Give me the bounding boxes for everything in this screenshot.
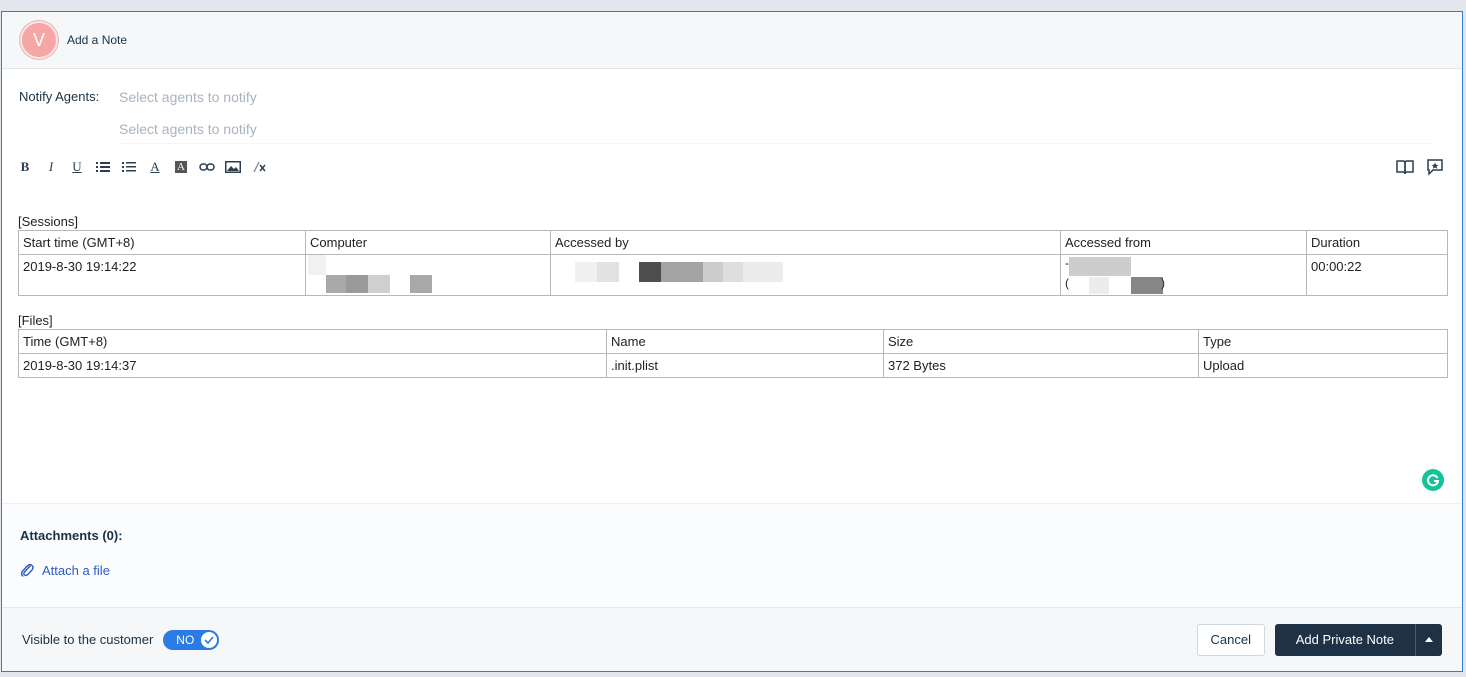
toggle-label: NO <box>176 632 195 647</box>
notify-agents-input-secondary[interactable]: Select agents to notify <box>119 114 1434 144</box>
link-icon[interactable] <box>194 156 220 178</box>
table-header-row: Time (GMT+8) Name Size Type <box>18 329 1448 354</box>
editor-toolbar: B I U A A <box>2 151 1462 183</box>
accessed-from-paren-open: ( <box>1065 276 1069 290</box>
add-private-note-label: Add Private Note <box>1275 623 1416 656</box>
file-time: 2019-8-30 19:14:37 <box>18 353 607 378</box>
table-header-cell: Accessed from <box>1060 230 1307 255</box>
table-header-cell: Start time (GMT+8) <box>18 230 306 255</box>
note-editor[interactable]: [Sessions] Start time (GMT+8) Computer A… <box>2 183 1462 503</box>
table-header-cell: Name <box>606 329 884 354</box>
session-accessed-by-redacted <box>550 254 1061 296</box>
table-header-cell: Size <box>883 329 1199 354</box>
table-header-cell: Duration <box>1306 230 1448 255</box>
table-header-cell: Type <box>1198 329 1448 354</box>
image-icon[interactable] <box>220 156 246 178</box>
cancel-button[interactable]: Cancel <box>1196 623 1265 656</box>
session-computer-redacted <box>305 254 551 296</box>
files-label: [Files] <box>18 313 53 328</box>
session-duration: 00:00:22 <box>1306 254 1448 296</box>
redacted-block <box>743 262 783 282</box>
attach-file-label: Attach a file <box>42 562 110 578</box>
notify-agents-section: Notify Agents: Select agents to notify S… <box>2 69 1462 151</box>
add-private-note-button[interactable]: Add Private Note <box>1274 623 1442 656</box>
table-header-cell: Time (GMT+8) <box>18 329 607 354</box>
table-header-cell: Computer <box>305 230 551 255</box>
redacted-block <box>346 275 368 293</box>
clear-format-icon[interactable] <box>246 156 272 178</box>
note-footer: Visible to the customer NO Cancel Add Pr… <box>2 607 1462 671</box>
redacted-block <box>1089 277 1109 294</box>
visible-to-customer-label: Visible to the customer <box>22 632 154 647</box>
redacted-block <box>410 275 432 293</box>
avatar: V <box>20 21 58 59</box>
redacted-block <box>703 262 723 282</box>
numbered-list-icon[interactable] <box>116 156 142 178</box>
redacted-block <box>326 275 346 293</box>
font-color-icon[interactable]: A <box>142 156 168 178</box>
background-color-icon[interactable]: A <box>168 156 194 178</box>
redacted-block <box>639 262 661 282</box>
redacted-block <box>661 262 703 282</box>
file-name: .init.plist <box>606 353 884 378</box>
table-row: 2019-8-30 19:14:22 - () 00:00:22 <box>18 254 1448 296</box>
sessions-label: [Sessions] <box>18 214 78 229</box>
check-icon <box>201 631 218 648</box>
sessions-table: Start time (GMT+8) Computer Accessed by … <box>18 230 1448 296</box>
session-accessed-from-redacted: - ( ) <box>1060 254 1307 296</box>
notify-agents-label: Notify Agents: <box>19 89 100 104</box>
attachments-title: Attachments (0): <box>20 528 123 543</box>
redacted-block <box>1131 277 1163 294</box>
attachments-section: Attachments (0): Attach a file <box>2 503 1462 607</box>
redacted-block <box>723 262 743 282</box>
star-comment-icon[interactable] <box>1422 156 1448 178</box>
underline-icon[interactable]: U <box>64 156 90 178</box>
grammarly-icon[interactable] <box>1422 469 1444 491</box>
note-header: V Add a Note <box>2 12 1462 69</box>
bold-icon[interactable]: B <box>12 156 38 178</box>
redacted-block <box>597 262 619 282</box>
redacted-block <box>575 262 597 282</box>
redacted-block <box>368 275 390 293</box>
paperclip-icon <box>20 563 34 577</box>
accessed-from-paren-close: ) <box>1161 276 1165 290</box>
table-row: 2019-8-30 19:14:37 .init.plist 372 Bytes… <box>18 353 1448 378</box>
caret-up-icon[interactable] <box>1416 624 1442 656</box>
file-size: 372 Bytes <box>883 353 1199 378</box>
notify-agents-input[interactable]: Select agents to notify <box>119 82 1434 112</box>
visible-to-customer-toggle[interactable]: NO <box>163 629 220 650</box>
redacted-block <box>308 255 326 275</box>
table-header-cell: Accessed by <box>550 230 1061 255</box>
file-type: Upload <box>1198 353 1448 378</box>
session-start-time: 2019-8-30 19:14:22 <box>18 254 306 296</box>
italic-icon[interactable]: I <box>38 156 64 178</box>
redacted-block <box>1069 257 1131 276</box>
header-title: Add a Note <box>67 33 128 47</box>
book-icon[interactable] <box>1392 156 1418 178</box>
background-color-glyph: A <box>175 161 187 173</box>
bullet-list-icon[interactable] <box>90 156 116 178</box>
files-table: Time (GMT+8) Name Size Type 2019-8-30 19… <box>18 329 1448 378</box>
add-note-panel: V Add a Note Notify Agents: Select agent… <box>1 11 1463 672</box>
table-header-row: Start time (GMT+8) Computer Accessed by … <box>18 230 1448 255</box>
attach-file-link[interactable]: Attach a file <box>20 562 1444 578</box>
